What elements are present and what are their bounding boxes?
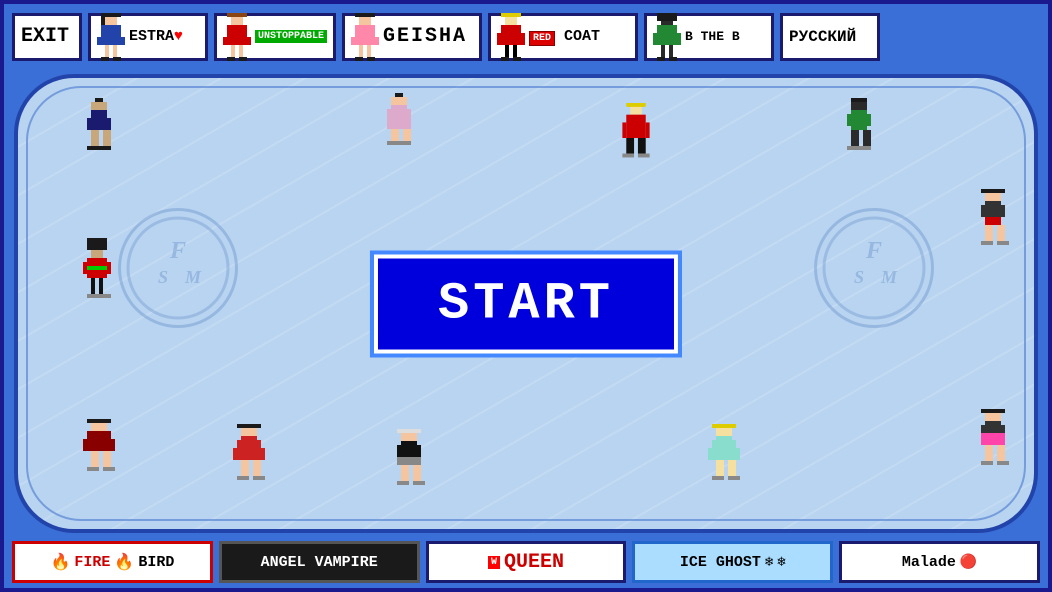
estra-label: ESTRA♥: [129, 28, 183, 45]
fire-icon-1: 🔥: [50, 552, 70, 572]
bottom-bar: 🔥 FIRE 🔥 BIRD ANGEL VAMPIRE W QUEEN ICE …: [4, 536, 1048, 588]
char-estra-button[interactable]: ESTRA♥: [88, 13, 208, 61]
char-firebird-button[interactable]: 🔥 FIRE 🔥 BIRD: [12, 541, 213, 583]
skater-far-right-2: [977, 408, 1009, 478]
skater-far-right-1: [977, 188, 1009, 258]
fsm-logo-right: F S M: [814, 208, 934, 328]
svg-text:S: S: [158, 267, 168, 287]
fire-icon-2: 🔥: [114, 552, 134, 572]
skater-top-2: [383, 93, 415, 157]
queen-label: QUEEN: [504, 551, 564, 574]
fsm-logo-left: F S M: [118, 208, 238, 328]
btn-label: B THE B: [685, 29, 740, 44]
redcoat-sprite: [497, 13, 525, 61]
skater-bottom-4: [708, 423, 740, 493]
svg-text:F: F: [865, 238, 882, 264]
skater-bottom-1: [83, 418, 115, 488]
angelvampire-label: ANGEL VAMPIRE: [261, 554, 378, 571]
svg-text:S: S: [854, 267, 864, 287]
skater-guard: [83, 238, 111, 306]
char-geisha-button[interactable]: GEISHA: [342, 13, 482, 61]
char-russian-button[interactable]: РУССКИЙ: [780, 13, 880, 61]
unstoppable-badge: UNSTOPPABLE: [255, 30, 327, 43]
char-redcoat-button[interactable]: RED COAT: [488, 13, 638, 61]
char-queen-button[interactable]: W QUEEN: [426, 541, 627, 583]
start-button[interactable]: START: [374, 254, 678, 353]
snowflake-icon-2: ❄: [777, 554, 785, 571]
skater-bottom-2: [233, 423, 265, 493]
exit-button[interactable]: EXIT: [12, 13, 82, 61]
exit-label: EXIT: [21, 25, 69, 48]
redcoat-label: RED COAT: [529, 28, 600, 45]
svg-text:M: M: [184, 267, 202, 287]
char-unstoppable-button[interactable]: UNSTOPPABLE: [214, 13, 336, 61]
top-bar: EXIT ESTRA♥: [4, 4, 1048, 69]
skater-top-left-1: [83, 98, 115, 162]
skater-redcoat-ice: [618, 103, 654, 173]
skater-bottom-3: [393, 428, 425, 498]
svg-text:M: M: [880, 267, 898, 287]
char-malade-button[interactable]: Malade 🔴: [839, 541, 1040, 583]
geisha-sprite: [351, 13, 379, 61]
malade-label: Malade: [902, 554, 956, 571]
svg-text:F: F: [169, 238, 186, 264]
geisha-label: GEISHA: [383, 25, 467, 48]
snowflake-icon-1: ❄: [765, 554, 773, 571]
game-container: EXIT ESTRA♥: [0, 0, 1052, 592]
estra-sprite: [97, 13, 125, 61]
russian-label: РУССКИЙ: [789, 28, 856, 46]
bird-label: BIRD: [138, 554, 174, 571]
char-btn-button[interactable]: B THE B: [644, 13, 774, 61]
iceghost-label: ICE GHOST: [680, 554, 761, 571]
char-iceghost-button[interactable]: ICE GHOST ❄ ❄: [632, 541, 833, 583]
skater-btn-ice: [843, 98, 875, 162]
ice-rink: F S M F S M START: [14, 74, 1038, 533]
fire-label: FIRE: [74, 554, 110, 571]
w-badge: W: [488, 556, 500, 569]
char-angelvampire-button[interactable]: ANGEL VAMPIRE: [219, 541, 420, 583]
unstoppable-sprite: [223, 13, 251, 61]
malade-icon: 🔴: [960, 554, 977, 571]
btn-sprite: [653, 13, 681, 61]
